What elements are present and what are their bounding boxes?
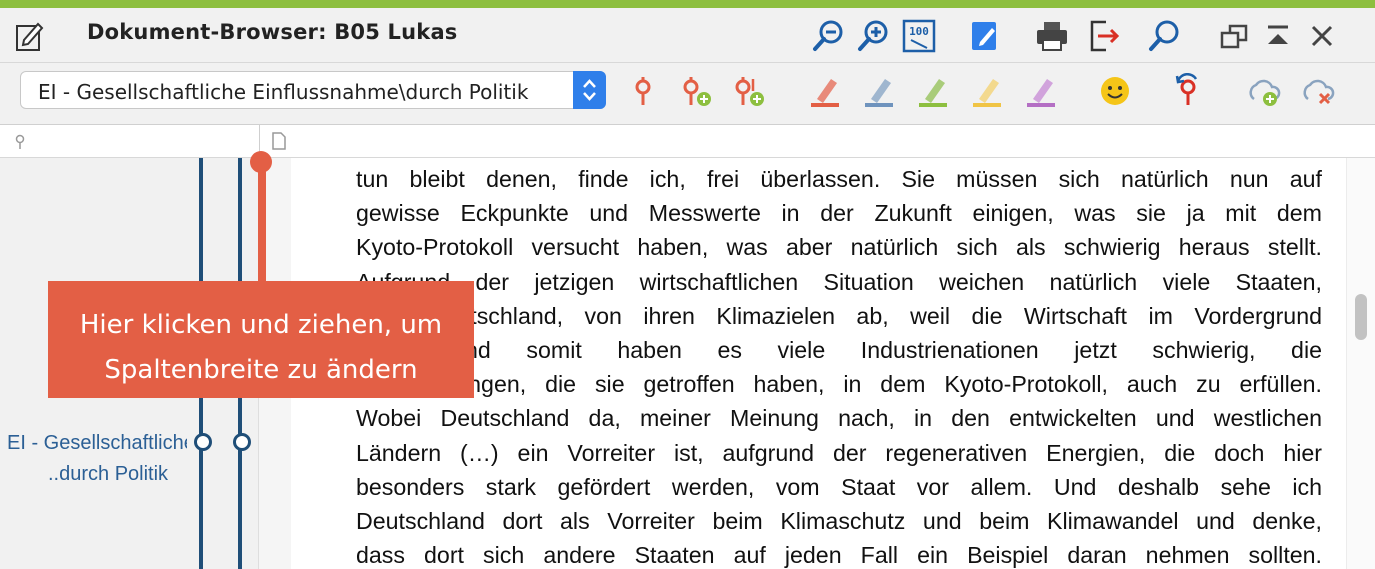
vertical-scrollbar[interactable] [1346, 158, 1375, 569]
new-code-icon[interactable] [678, 73, 714, 109]
column-header [0, 125, 1375, 158]
text-line: Kyoto-Protokoll versucht haben, was aber… [356, 234, 1322, 261]
new-subcode-icon[interactable] [731, 73, 767, 109]
code-label-line2: ..durch Politik [48, 463, 169, 485]
close-icon[interactable] [1304, 18, 1340, 54]
code-icon[interactable] [625, 73, 661, 109]
zoom-out-icon[interactable] [811, 18, 847, 54]
remove-cloud-link-icon[interactable] [1300, 73, 1336, 109]
edit-document-icon[interactable] [966, 18, 1002, 54]
text-line: Deutschland dort als Vorreiter beim Klim… [356, 508, 1322, 535]
highlighter-green-icon[interactable] [915, 73, 951, 109]
text-line: steht. Und somit haben es viele Industri… [356, 337, 1322, 364]
document-text[interactable]: tun bleibt denen, finde ich, frei überla… [356, 162, 1322, 569]
callout-pointer-dot [250, 151, 272, 173]
text-line: Vereinbarungen, die sie getroffen haben,… [356, 371, 1322, 398]
zoom-in-icon[interactable] [856, 18, 892, 54]
text-line: tun bleibt denen, finde ich, frei überla… [356, 166, 1322, 192]
callout-line2: Spaltenbreite zu ändern [104, 355, 418, 385]
code-select-dropdown[interactable]: EI - Gesellschaftliche Einflussnahme\dur… [20, 71, 606, 109]
add-cloud-link-icon[interactable] [1246, 73, 1282, 109]
highlighter-blue-icon[interactable] [861, 73, 897, 109]
code-column-icon [15, 134, 25, 149]
minimize-up-icon[interactable] [1260, 18, 1296, 54]
undock-window-icon[interactable] [1216, 18, 1252, 54]
svg-text:100: 100 [909, 25, 929, 38]
toolbar: EI - Gesellschaftliche Einflussnahme\dur… [0, 63, 1375, 125]
zoom-100-percent-icon[interactable]: 100 [901, 18, 937, 54]
window-title: Dokument-Browser: B05 Lukas [87, 20, 458, 44]
code-select-value: EI - Gesellschaftliche Einflussnahme\dur… [38, 80, 529, 104]
search-icon[interactable] [1147, 18, 1183, 54]
emoticode-smiley-icon[interactable] [1097, 73, 1133, 109]
highlighter-red-icon[interactable] [807, 73, 843, 109]
coding-stripe-node[interactable] [233, 433, 251, 451]
text-line: dass dort sich andere Staaten auf jeden … [356, 542, 1322, 569]
print-icon[interactable] [1034, 18, 1070, 54]
coding-stripe-node[interactable] [194, 433, 212, 451]
text-line: besonders stark gefördert werden, vom St… [356, 473, 1322, 500]
undo-coding-icon[interactable] [1170, 73, 1206, 109]
text-line: Ländern (…) ein Vorreiter ist, aufgrund … [356, 439, 1322, 466]
coding-stripe-label[interactable]: EI - Gesellschaftliche Einflussnahme ..d… [7, 428, 187, 490]
code-label-line1: EI - Gesellschaftliche Einflussnahme [7, 432, 187, 454]
text-line: gewisse Eckpunkte und Messwerte in der Z… [356, 200, 1322, 227]
callout-line1: Hier klicken und ziehen, um [79, 310, 443, 340]
highlighter-purple-icon[interactable] [1023, 73, 1059, 109]
select-stepper[interactable] [573, 71, 606, 109]
export-icon[interactable] [1086, 18, 1122, 54]
text-line: Aufgrund der jetzigen wirtschaftlichen S… [356, 268, 1322, 295]
text-line: auch Deutschland, von ihren Klimazielen … [356, 302, 1322, 329]
document-column-icon [272, 132, 286, 150]
title-bar: Dokument-Browser: B05 Lukas 100 [0, 8, 1375, 63]
callout-pointer-line [258, 163, 266, 283]
tutorial-callout: Hier klicken und ziehen, um Spaltenbreit… [48, 281, 474, 398]
document-edit-icon [16, 22, 44, 51]
window-accent-stripe [0, 0, 1375, 8]
chevron-up-down-icon [583, 79, 596, 101]
scrollbar-thumb[interactable] [1355, 294, 1367, 340]
text-line: Wobei Deutschland da, meiner Meinung nac… [356, 405, 1322, 432]
highlighter-yellow-icon[interactable] [969, 73, 1005, 109]
